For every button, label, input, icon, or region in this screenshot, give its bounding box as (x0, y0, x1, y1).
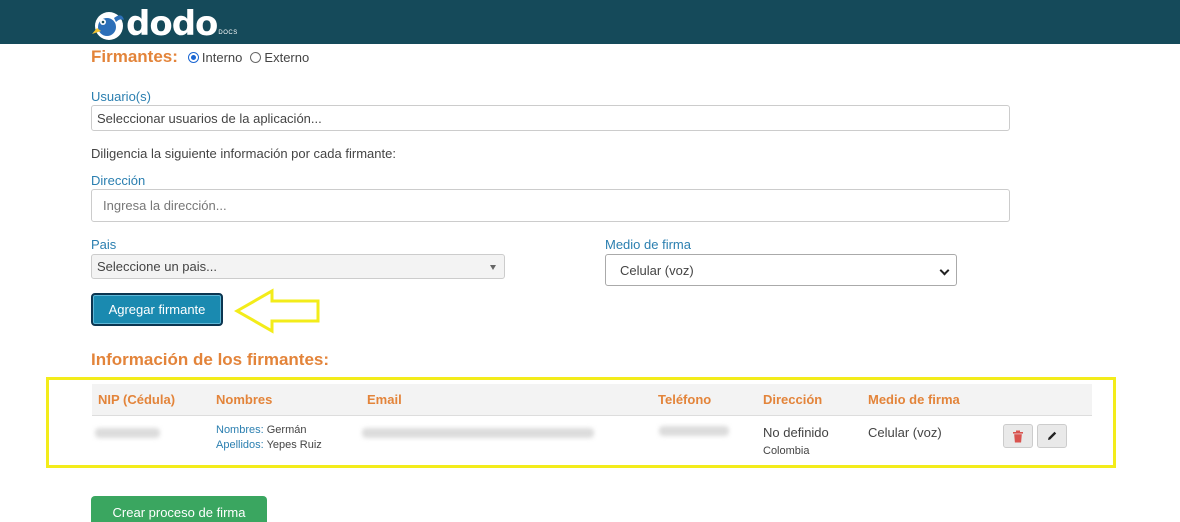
country-select-value: Seleccione un pais... (97, 259, 217, 274)
surnames-value: Yepes Ruiz (266, 439, 322, 451)
logo-subtext: DOCS (218, 30, 238, 36)
bird-logo-icon (92, 12, 124, 40)
names-label: Nombres: (216, 424, 264, 436)
surnames-label: Apellidos: (216, 439, 264, 451)
delete-button[interactable] (1003, 424, 1033, 448)
signers-info-title: Información de los firmantes: (91, 350, 330, 369)
row-method: Celular (voz) (868, 425, 942, 440)
signers-type: Firmantes: Interno Externo (91, 47, 317, 67)
col-method: Medio de firma (868, 392, 960, 407)
col-email: Email (367, 392, 402, 407)
phone-redacted (659, 426, 729, 436)
users-select[interactable]: Seleccionar usuarios de la aplicación... (91, 105, 1010, 131)
users-label: Usuario(s) (91, 89, 151, 104)
radio-externo-control[interactable] (250, 51, 262, 63)
row-address: No definido (763, 425, 829, 440)
arrow-left-icon (234, 288, 320, 334)
radio-interno[interactable]: Interno (187, 49, 243, 65)
col-nip: NIP (Cédula) (98, 392, 176, 407)
signature-method-value: Celular (voz) (620, 262, 694, 278)
radio-interno-label: Interno (201, 49, 243, 65)
col-names: Nombres (216, 392, 273, 407)
top-bar: dodo DOCS (0, 0, 1180, 44)
radio-externo[interactable]: Externo (250, 50, 309, 65)
row-country: Colombia (763, 445, 810, 457)
country-label: Pais (91, 237, 117, 252)
address-input[interactable]: Ingresa la dirección... (91, 189, 1010, 222)
trash-icon (1013, 430, 1023, 442)
country-select[interactable]: Seleccione un pais... (91, 254, 505, 279)
row-names: Nombres: Germán (216, 424, 307, 436)
app-logo[interactable]: dodo DOCS (92, 2, 238, 42)
pencil-icon (1048, 431, 1057, 440)
signers-title: Firmantes: (91, 47, 178, 66)
nip-redacted (95, 428, 160, 438)
chevron-down-icon (939, 265, 950, 276)
signature-method-select[interactable]: Celular (voz) (605, 254, 957, 286)
names-value: Germán (266, 424, 307, 436)
create-signature-process-button[interactable]: Crear proceso de firma (91, 496, 267, 522)
signature-method-label: Medio de firma (605, 237, 691, 252)
edit-button[interactable] (1037, 424, 1067, 448)
col-address: Dirección (763, 392, 823, 407)
address-label: Dirección (91, 173, 146, 188)
signers-table-header: NIP (Cédula) Nombres Email Teléfono Dire… (92, 384, 1092, 416)
col-phone: Teléfono (658, 392, 712, 407)
caret-down-icon (490, 265, 496, 270)
radio-interno-control[interactable] (187, 51, 199, 63)
logo-text: dodo (126, 4, 218, 44)
email-redacted (362, 428, 594, 438)
instructions-text: Diligencia la siguiente información por … (91, 146, 396, 161)
add-signer-button[interactable]: Agregar firmante (91, 293, 223, 326)
radio-externo-label: Externo (264, 49, 310, 65)
row-surnames: Apellidos: Yepes Ruiz (216, 439, 322, 451)
